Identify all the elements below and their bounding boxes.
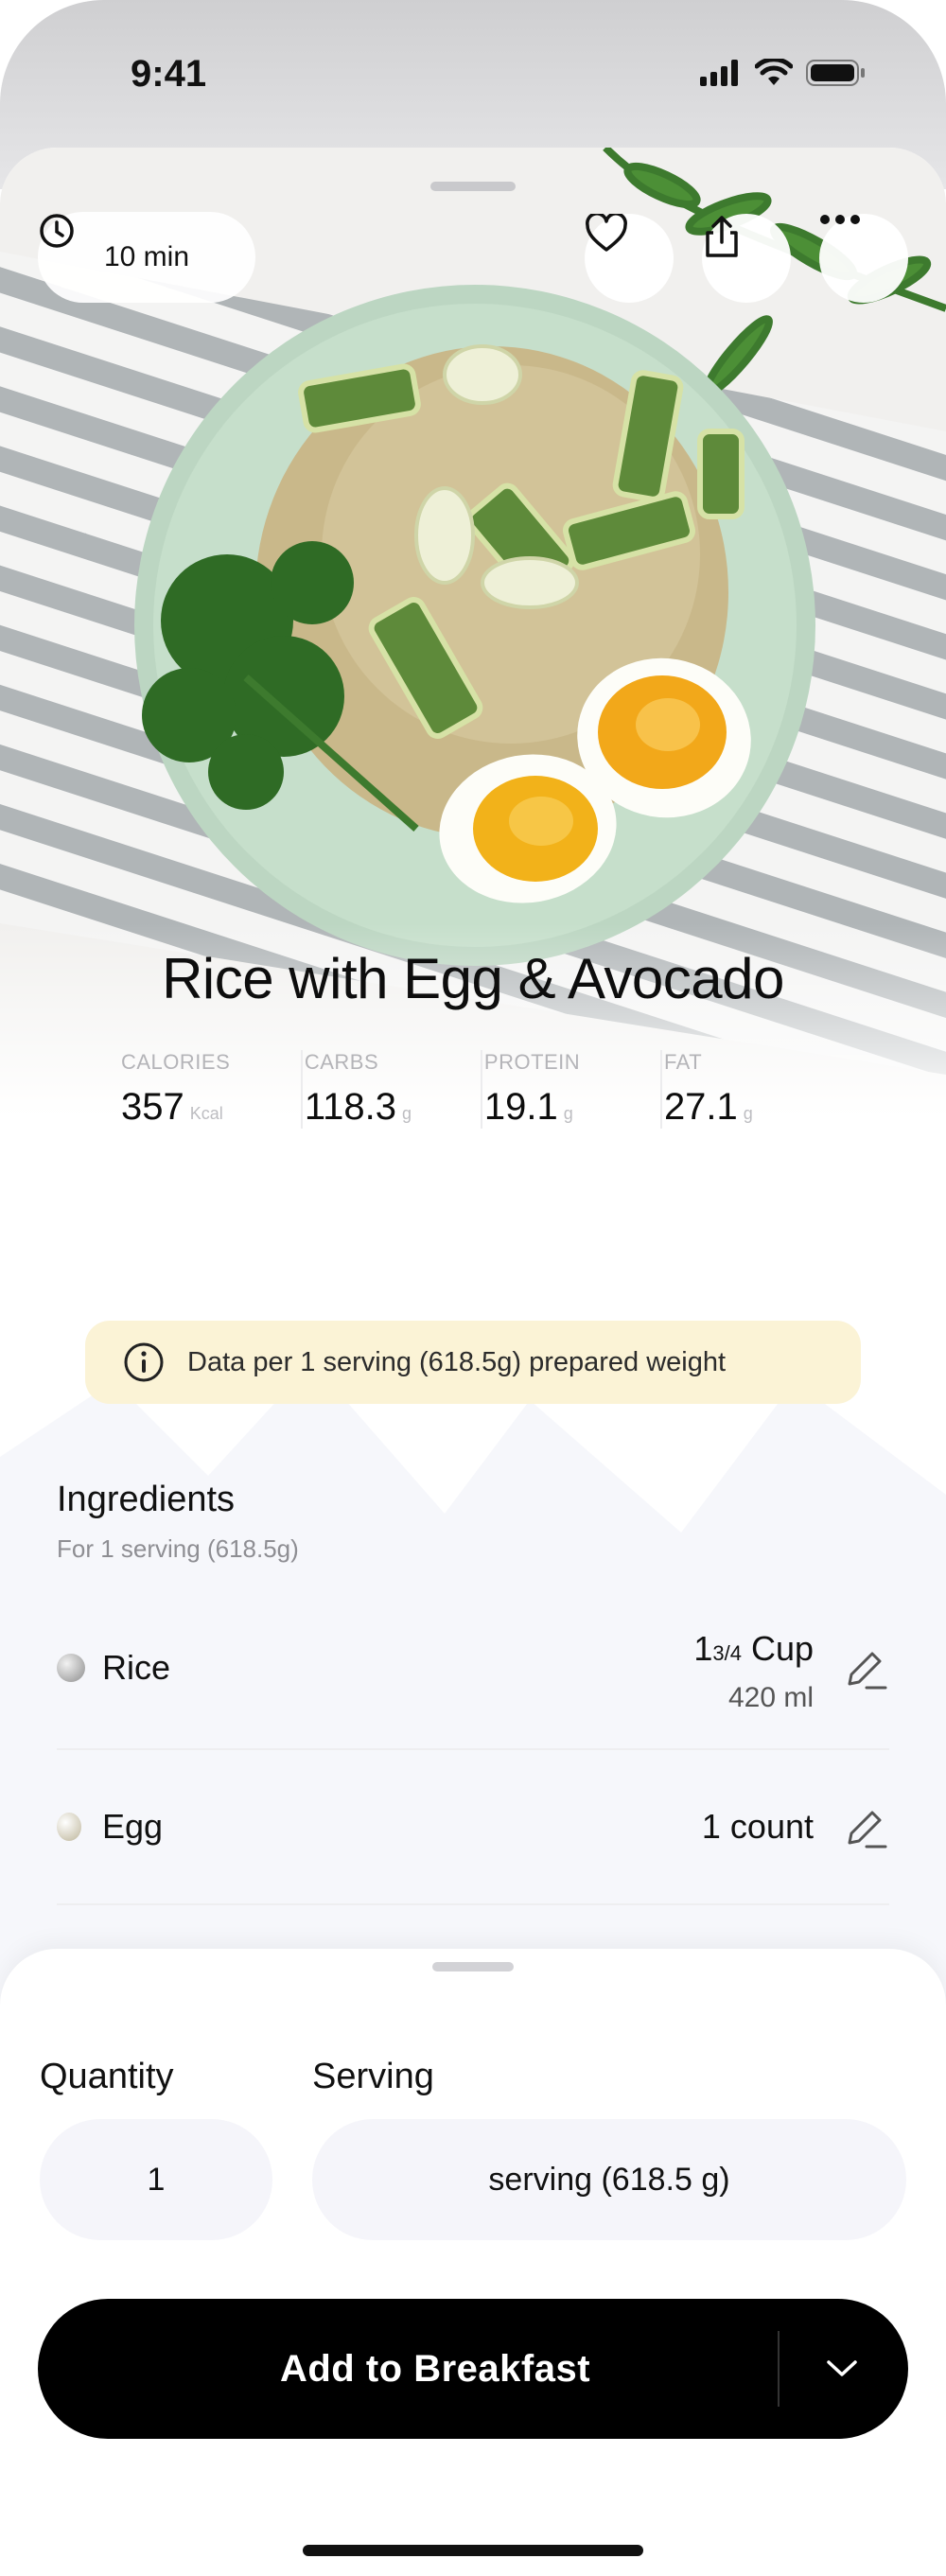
egg-thumbnail xyxy=(57,1813,81,1841)
recipe-title: Rice with Egg & Avocado xyxy=(162,947,784,1010)
serving-label: Serving xyxy=(312,2057,434,2096)
macro-unit: g xyxy=(563,1104,573,1123)
ingredient-amount: 13/4 Cup xyxy=(693,1629,814,1669)
macro-fat: FAT 27.1 g xyxy=(659,1050,840,1129)
more-icon xyxy=(820,215,860,224)
signal-icon xyxy=(700,60,738,86)
edit-icon[interactable] xyxy=(842,1646,889,1693)
macro-label: CALORIES xyxy=(121,1050,231,1074)
macro-unit: g xyxy=(743,1104,753,1123)
rice-thumbnail xyxy=(57,1654,85,1682)
bottom-sheet-grabber[interactable] xyxy=(432,1962,514,1971)
amount-whole: 1 xyxy=(693,1629,713,1668)
home-indicator xyxy=(303,2545,643,2556)
amount-fraction: 3/4 xyxy=(712,1641,742,1665)
quantity-label: Quantity xyxy=(40,2057,174,2096)
heart-icon xyxy=(586,214,627,252)
clock-icon xyxy=(40,214,74,248)
ingredient-row-egg[interactable]: Egg 1 count xyxy=(57,1752,889,1905)
more-button[interactable] xyxy=(819,214,908,303)
ingredient-row-rice[interactable]: Rice 13/4 Cup 420 ml xyxy=(57,1595,889,1750)
battery-icon xyxy=(806,60,865,86)
macros-row: CALORIES 357 Kcal CARBS 118.3 g PROTEIN 19… xyxy=(121,1050,840,1129)
ingredients-title: Ingredients xyxy=(57,1480,236,1519)
macro-carbs: CARBS 118.3 g xyxy=(300,1050,481,1129)
share-icon xyxy=(706,216,738,257)
add-to-breakfast-button[interactable]: Add to Breakfast xyxy=(38,2299,908,2439)
ingredients-subtitle: For 1 serving (618.5g) xyxy=(57,1534,299,1563)
info-icon xyxy=(124,1342,164,1382)
serving-info-banner: Data per 1 serving (618.5g) prepared wei… xyxy=(85,1321,861,1404)
amount-unit: Cup xyxy=(750,1629,814,1668)
status-icons xyxy=(700,59,867,87)
macro-unit: Kcal xyxy=(189,1104,223,1123)
favorite-button[interactable] xyxy=(585,214,674,303)
prep-time-label: 10 min xyxy=(103,241,190,272)
ingredient-amount-secondary: 420 ml xyxy=(727,1682,814,1713)
serving-info-text: Data per 1 serving (618.5g) prepared wei… xyxy=(187,1346,727,1377)
macro-value: 27.1 xyxy=(663,1086,738,1128)
macro-value: 357 xyxy=(121,1086,184,1128)
serving-select[interactable]: serving (618.5 g) xyxy=(312,2119,906,2240)
status-time: 9:41 xyxy=(131,53,207,95)
add-to-meal-sheet: Quantity Serving 1 serving (618.5 g) Add… xyxy=(0,1949,946,2576)
cta-divider xyxy=(778,2331,780,2407)
macro-label: CARBS xyxy=(304,1050,379,1074)
macro-calories: CALORIES 357 Kcal xyxy=(121,1050,301,1129)
share-button[interactable] xyxy=(702,214,791,303)
macro-label: PROTEIN xyxy=(483,1050,581,1074)
quantity-input[interactable]: 1 xyxy=(40,2119,272,2240)
wifi-icon xyxy=(755,59,793,85)
ingredient-name: Egg xyxy=(102,1807,164,1846)
macro-unit: g xyxy=(401,1104,412,1123)
ingredient-name: Rice xyxy=(102,1648,171,1687)
meal-dropdown-button[interactable] xyxy=(817,2344,867,2393)
macro-value: 19.1 xyxy=(483,1086,558,1128)
status-bar: 9:41 xyxy=(0,0,946,151)
macro-value: 118.3 xyxy=(304,1086,396,1128)
add-to-breakfast-label: Add to Breakfast xyxy=(279,2347,591,2390)
macro-label: FAT xyxy=(663,1050,703,1074)
prep-time-chip: 10 min xyxy=(38,212,255,303)
chevron-down-icon xyxy=(827,2360,857,2376)
ingredient-amount: 1 count xyxy=(701,1807,814,1846)
sheet-grabber[interactable] xyxy=(430,182,516,191)
edit-icon[interactable] xyxy=(842,1805,889,1852)
macro-protein: PROTEIN 19.1 g xyxy=(480,1050,660,1129)
